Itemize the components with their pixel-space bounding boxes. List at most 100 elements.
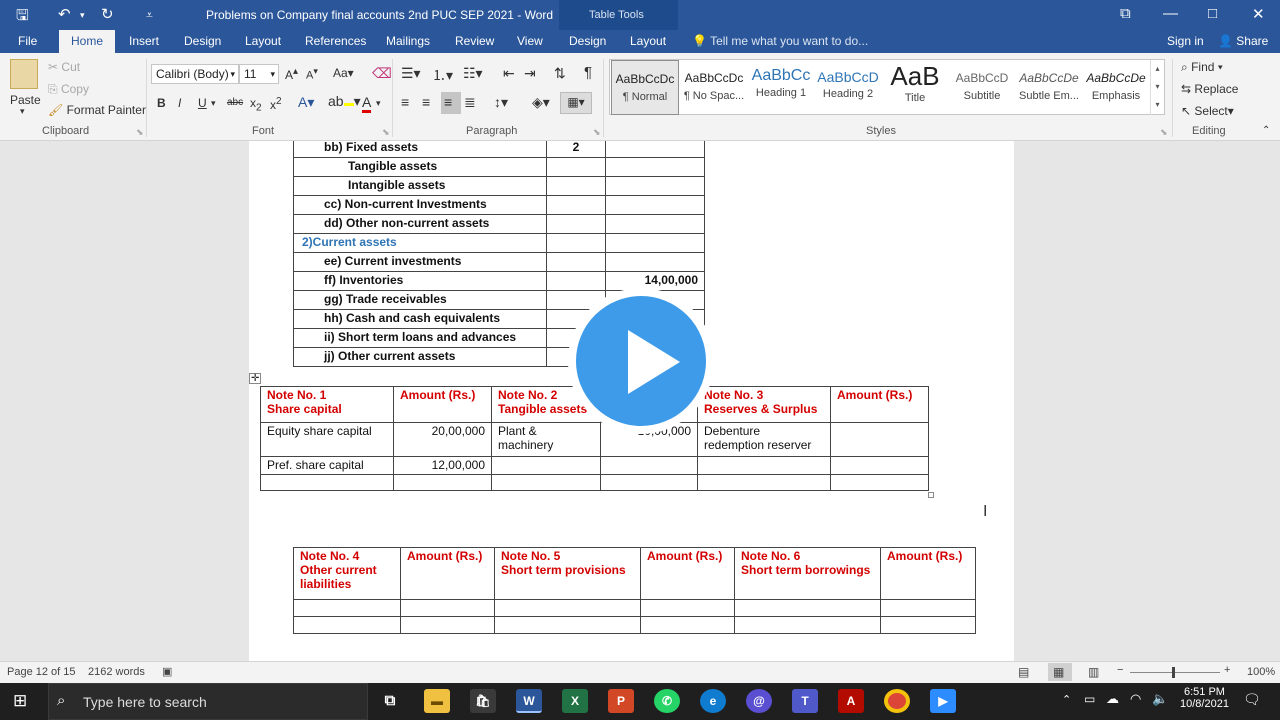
sign-in-link[interactable]: Sign in: [1167, 34, 1204, 48]
proofing-icon[interactable]: ▣: [162, 665, 172, 678]
windows-start-icon[interactable]: ⊞: [13, 691, 27, 711]
style-no-spacing[interactable]: AaBbCcDc ¶ No Spac...: [680, 60, 748, 115]
italic-icon[interactable]: I: [178, 96, 181, 110]
note-number-cell[interactable]: [546, 233, 606, 253]
cell[interactable]: Debenture redemption reserver: [697, 422, 831, 457]
cell[interactable]: [494, 599, 641, 617]
undo-icon[interactable]: ↶: [58, 5, 71, 23]
cell[interactable]: [697, 456, 831, 475]
cut-button[interactable]: ✂ Cut: [48, 60, 80, 74]
cell[interactable]: Amount (Rs.): [393, 386, 492, 423]
numbering-icon[interactable]: ⒈▾: [432, 65, 453, 85]
select-button[interactable]: ↖ Select▾: [1181, 104, 1234, 118]
tab-table-design[interactable]: Design: [569, 34, 606, 48]
cell[interactable]: 12,00,000: [393, 456, 492, 475]
styles-launcher-icon[interactable]: ⬊: [1160, 127, 1168, 138]
notifications-icon[interactable]: 🗨: [1243, 691, 1261, 708]
justify-icon[interactable]: ≣: [464, 94, 476, 111]
cell[interactable]: [830, 474, 929, 491]
amount-cell[interactable]: 14,00,000: [605, 271, 705, 291]
cell[interactable]: [880, 599, 976, 617]
amount-cell[interactable]: [605, 214, 705, 234]
align-center-icon[interactable]: ≡: [422, 94, 430, 110]
video-play-button[interactable]: [568, 288, 714, 434]
cell[interactable]: Note No. 5 Short term provisions: [494, 547, 641, 600]
amount-cell[interactable]: [605, 252, 705, 272]
share-button[interactable]: 👤 Share: [1218, 34, 1268, 48]
style-subtitle[interactable]: AaBbCcD Subtitle: [948, 60, 1016, 115]
line-item-cell[interactable]: cc) Non-current Investments: [293, 195, 547, 215]
zoom-icon[interactable]: ▶: [930, 689, 956, 713]
note-number-cell[interactable]: [546, 214, 606, 234]
teams-icon[interactable]: T: [792, 689, 818, 713]
subscript-icon[interactable]: x2: [250, 96, 262, 113]
paragraph-launcher-icon[interactable]: ⬊: [593, 127, 601, 138]
volume-icon[interactable]: 🔈: [1152, 691, 1168, 707]
cell[interactable]: Plant & machinery: [491, 422, 601, 457]
acrobat-icon[interactable]: A: [838, 689, 864, 713]
line-item-cell[interactable]: dd) Other non-current assets: [293, 214, 547, 234]
cell[interactable]: Pref. share capital: [260, 456, 394, 475]
style-emphasis[interactable]: AaBbCcDe Emphasis: [1082, 60, 1150, 115]
underline-dropdown-icon[interactable]: ▾: [211, 98, 216, 109]
page-count[interactable]: Page 12 of 15: [7, 666, 76, 678]
note-number-cell[interactable]: [546, 157, 606, 177]
paste-button[interactable]: Paste: [10, 93, 41, 107]
clipboard-launcher-icon[interactable]: ⬊: [136, 127, 144, 138]
amount-cell[interactable]: [605, 157, 705, 177]
cell[interactable]: [600, 474, 698, 491]
align-right-icon[interactable]: ≡: [444, 94, 452, 110]
clear-formatting-icon[interactable]: ⌫: [372, 65, 392, 82]
line-item-cell[interactable]: ii) Short term loans and advances: [293, 328, 547, 348]
powerpoint-icon[interactable]: P: [608, 689, 634, 713]
cell[interactable]: [734, 616, 881, 634]
note-number-cell[interactable]: [546, 176, 606, 196]
chrome-icon[interactable]: [884, 689, 910, 713]
ribbon-display-icon[interactable]: ⧉: [1120, 5, 1131, 22]
tray-chevron-icon[interactable]: ⌃: [1062, 693, 1071, 706]
cell[interactable]: Note No. 6 Short term borrowings: [734, 547, 881, 600]
collapse-ribbon-icon[interactable]: ⌃: [1262, 125, 1270, 136]
note-number-cell[interactable]: 2: [546, 141, 606, 158]
read-mode-icon[interactable]: ▤: [1018, 665, 1029, 679]
line-item-cell[interactable]: Tangible assets: [293, 157, 547, 177]
cell[interactable]: [734, 599, 881, 617]
battery-icon[interactable]: ▭: [1084, 692, 1095, 706]
amount-cell[interactable]: [605, 195, 705, 215]
zoom-slider-thumb[interactable]: [1172, 667, 1175, 678]
amount-cell[interactable]: [605, 233, 705, 253]
underline-icon[interactable]: U: [198, 96, 207, 110]
note-number-cell[interactable]: [546, 252, 606, 272]
cell[interactable]: [830, 422, 929, 457]
cell[interactable]: Amount (Rs.): [830, 386, 929, 423]
line-item-cell[interactable]: ee) Current investments: [293, 252, 547, 272]
line-item-cell[interactable]: bb) Fixed assets: [293, 141, 547, 158]
undo-dropdown-icon[interactable]: ▾: [80, 10, 85, 21]
cell[interactable]: Amount (Rs.): [640, 547, 735, 600]
cell[interactable]: [491, 456, 601, 475]
paste-dropdown-icon[interactable]: ▾: [20, 106, 25, 117]
cell[interactable]: [697, 474, 831, 491]
web-layout-icon[interactable]: ▥: [1088, 665, 1099, 679]
cell[interactable]: [880, 616, 976, 634]
minimize-icon[interactable]: —: [1163, 5, 1178, 22]
word-count[interactable]: 2162 words: [88, 666, 145, 678]
customize-toolbar-icon[interactable]: ⩡: [146, 8, 153, 23]
borders-icon[interactable]: ▦▾: [560, 92, 592, 114]
increase-indent-icon[interactable]: ⇥: [524, 65, 536, 82]
line-item-cell[interactable]: ff) Inventories: [293, 271, 547, 291]
cell[interactable]: [491, 474, 601, 491]
tab-references[interactable]: References: [305, 34, 366, 48]
cell[interactable]: Amount (Rs.): [400, 547, 495, 600]
excel-icon[interactable]: X: [562, 689, 588, 713]
replace-button[interactable]: ⇆ Replace: [1181, 82, 1238, 96]
taskbar-search[interactable]: ⌕ Type here to search: [48, 683, 368, 720]
edge-icon[interactable]: e: [700, 689, 726, 713]
grow-font-icon[interactable]: A▴: [285, 66, 298, 82]
style-heading-2[interactable]: AaBbCcD Heading 2: [814, 60, 882, 115]
line-item-cell[interactable]: 2)Current assets: [293, 233, 547, 253]
bullets-icon[interactable]: ☰▾: [401, 65, 421, 82]
tab-mailings[interactable]: Mailings: [386, 34, 430, 48]
zoom-in-icon[interactable]: +: [1224, 664, 1230, 676]
show-formatting-icon[interactable]: ¶: [584, 64, 592, 81]
